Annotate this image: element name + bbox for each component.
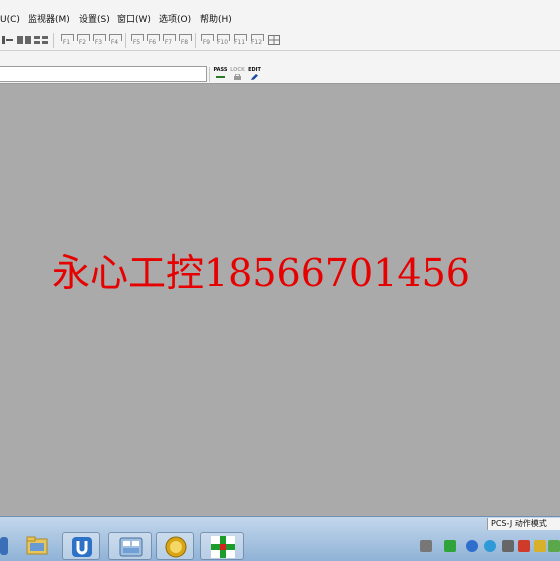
toolbar: F1 F2 F3 F4 F5 F6 F7 F8 F9 F10 F11 F12 (0, 30, 560, 51)
shield-check-icon[interactable] (534, 540, 546, 552)
fkey-f7-button[interactable]: F7 (160, 33, 177, 47)
mode-edit-button[interactable]: EDIT (246, 67, 263, 83)
program-address-field[interactable] (0, 66, 207, 82)
battery-icon[interactable] (420, 540, 432, 552)
batch-button[interactable] (33, 33, 49, 47)
table-icon (268, 35, 280, 45)
pencil-icon (251, 74, 258, 80)
menu-item-options[interactable]: 选项(O) (159, 14, 191, 26)
toolbar-separator (195, 33, 196, 48)
fkey-label: F4 (110, 39, 119, 46)
fkey-f5-button[interactable]: F5 (128, 33, 145, 47)
mode-pass-label: PASS (213, 67, 228, 73)
fkey-label: F7 (164, 39, 173, 46)
network-panel-icon (119, 537, 143, 557)
plc-mode-status: PCS-J 动作模式 (487, 518, 560, 530)
ladder-icon (2, 36, 13, 44)
green-cross-app-icon (211, 536, 235, 558)
mode-bar: PASS LOCK EDIT (0, 51, 560, 84)
fkey-label: F6 (148, 39, 157, 46)
grid-icon (34, 36, 48, 44)
menu-item-window[interactable]: 窗口(W) (117, 14, 151, 26)
mode-lock-button[interactable]: LOCK (229, 67, 246, 83)
menu-item-monitor[interactable]: 监视器(M) (28, 14, 70, 26)
fkey-label: F12 (250, 39, 263, 46)
taskbar-app-1[interactable] (0, 532, 10, 560)
fx-icon (165, 536, 187, 558)
shield-check-icon[interactable] (548, 540, 560, 552)
green-device-icon[interactable] (444, 540, 456, 552)
fkey-label: F8 (180, 39, 189, 46)
menu-bar: U(C) 监视器(M) 设置(S) 窗口(W) 选项(O) 帮助(H) (0, 0, 560, 31)
fkey-f6-button[interactable]: F6 (144, 33, 161, 47)
taskbar-app-folder[interactable] (18, 532, 56, 560)
fkey-f3-button[interactable]: F3 (90, 33, 107, 47)
menu-item-plc[interactable]: U(C) (0, 14, 20, 26)
fkey-f9-button[interactable]: F9 (198, 33, 215, 47)
mode-edit-label: EDIT (248, 67, 261, 73)
fkey-label: F1 (62, 39, 71, 46)
fkey-f4-button[interactable]: F4 (106, 33, 123, 47)
fkey-f1-button[interactable]: F1 (58, 33, 75, 47)
ladder-edit-button[interactable] (0, 33, 16, 47)
fkey-label: F3 (94, 39, 103, 46)
volume-icon[interactable] (502, 540, 514, 552)
menu-item-help[interactable]: 帮助(H) (200, 14, 232, 26)
fkey-f11-button[interactable]: F11 (231, 33, 248, 47)
fkey-label: F5 (132, 39, 141, 46)
fkey-f8-button[interactable]: F8 (176, 33, 193, 47)
system-tray (410, 534, 560, 558)
program-workspace[interactable] (0, 84, 560, 516)
toolbar-separator (53, 33, 54, 48)
folder-icon (26, 536, 48, 555)
mode-pass-button[interactable]: PASS (212, 67, 229, 83)
extra-tool-button[interactable] (266, 33, 282, 47)
bluetooth-icon[interactable] (466, 540, 478, 552)
menu-item-settings[interactable]: 设置(S) (79, 14, 110, 26)
lock-icon (234, 74, 241, 80)
app-icon-blue (0, 537, 8, 555)
toolbar-separator (125, 33, 126, 48)
taskbar-app-green-cross[interactable] (200, 532, 244, 560)
fkey-f2-button[interactable]: F2 (74, 33, 91, 47)
taskbar-app-network[interactable] (108, 532, 152, 560)
convert-icon (17, 36, 31, 44)
u-shield-icon (72, 537, 92, 557)
convert-button[interactable] (16, 33, 32, 47)
fkey-label: F2 (78, 39, 87, 46)
flag-icon[interactable] (518, 540, 530, 552)
fkey-f10-button[interactable]: F10 (214, 33, 231, 47)
taskbar-app-fx[interactable] (156, 532, 194, 560)
fkey-label: F10 (216, 39, 229, 46)
pass-line-icon (216, 76, 225, 78)
fkey-label: F9 (202, 39, 211, 46)
watermark-text: 永心工控18566701456 (52, 251, 470, 295)
network-icon[interactable] (484, 540, 496, 552)
fkey-label: F11 (233, 39, 246, 46)
mode-lock-label: LOCK (230, 67, 245, 73)
toolbar-separator (209, 67, 210, 82)
fkey-f12-button[interactable]: F12 (248, 33, 265, 47)
taskbar-app-u-shield[interactable] (62, 532, 100, 560)
